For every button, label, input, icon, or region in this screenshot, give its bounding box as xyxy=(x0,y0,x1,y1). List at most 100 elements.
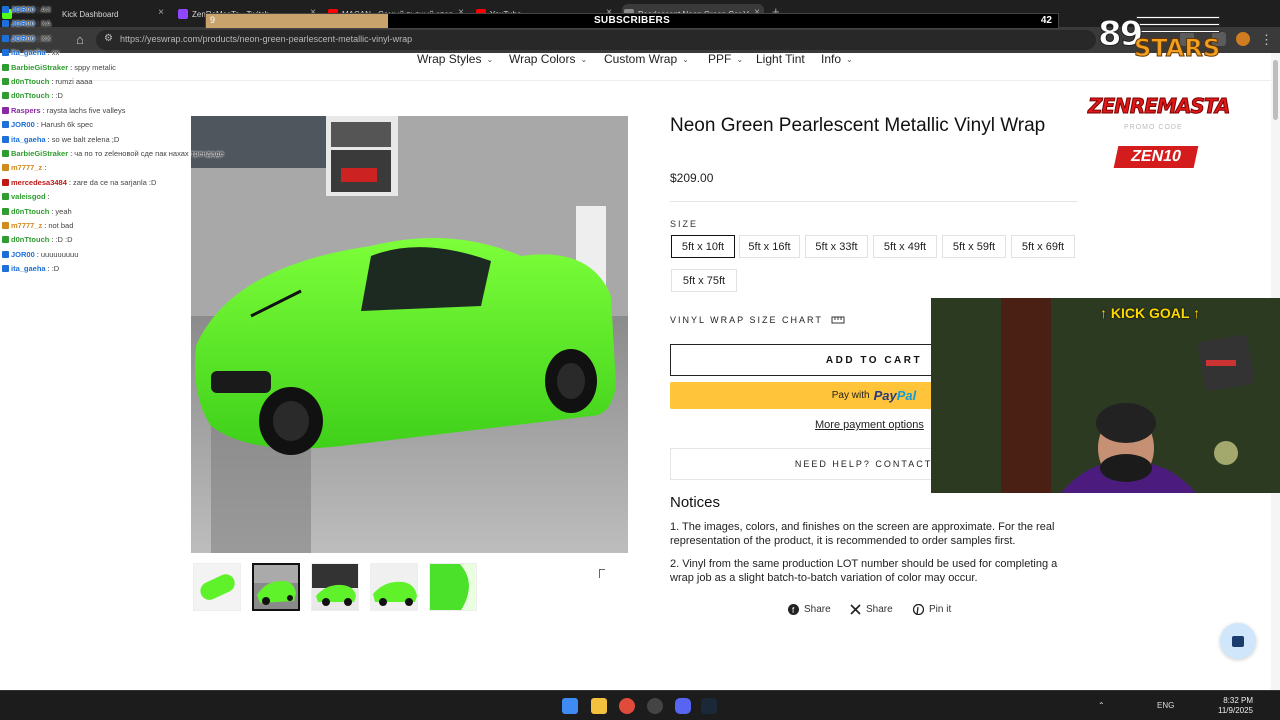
nav-label: Wrap Colors xyxy=(509,52,576,66)
chat-message: d0nTtouch ::D :D xyxy=(2,235,73,244)
chat-username[interactable]: d0nTtouch xyxy=(11,77,49,86)
chat-text: so we balt zelena ;D xyxy=(51,134,120,144)
chat-username[interactable]: d0nTtouch xyxy=(11,235,49,244)
size-option-5x75[interactable]: 5ft x 75ft xyxy=(671,269,737,292)
chat-username[interactable]: JOR00 xyxy=(11,5,35,14)
chat-message: BarbieGiStraker : sppy metalic xyxy=(2,63,116,72)
product-main-image[interactable] xyxy=(191,116,628,553)
chat-text: xx xyxy=(51,48,60,58)
nav-custom-wrap[interactable]: Custom Wrap ⌄ xyxy=(604,52,689,66)
size-option-5x10[interactable]: 5ft x 10ft xyxy=(671,235,735,258)
mouse-cursor xyxy=(599,569,605,578)
size-option-5x16[interactable]: 5ft x 16ft xyxy=(739,235,800,258)
thumbnail-car-side[interactable] xyxy=(311,563,359,611)
chat-username[interactable]: JOR00 xyxy=(11,250,35,259)
chat-text: :D xyxy=(55,91,63,101)
chat-text: :D :D xyxy=(55,235,73,245)
scrollbar-thumb[interactable] xyxy=(1273,60,1278,120)
subscribers-title: SUBSCRIBERS xyxy=(593,15,671,26)
thumbnail-car-front[interactable] xyxy=(252,563,300,611)
chat-username[interactable]: JOR00 xyxy=(11,120,35,129)
thumbnail-car-closeup[interactable] xyxy=(370,563,418,611)
chat-username[interactable]: ita_gaeha xyxy=(11,135,46,144)
share-facebook-button[interactable]: f Share xyxy=(788,604,831,615)
steam-icon[interactable] xyxy=(701,698,717,714)
chat-message: JOR00 : AX xyxy=(2,5,51,14)
chat-text: XX xyxy=(40,33,51,43)
chat-username[interactable]: d0nTtouch xyxy=(11,207,49,216)
chat-message: Raspers : raysta lachs five valleys xyxy=(2,106,125,115)
chat-username[interactable]: m7777_z xyxy=(11,163,42,172)
size-option-5x69[interactable]: 5ft x 69ft xyxy=(1011,235,1075,258)
language-indicator[interactable]: ENG xyxy=(1157,701,1174,710)
chat-widget-button[interactable] xyxy=(1220,623,1256,659)
chat-text: yeah xyxy=(55,206,72,216)
thumbnail-swatch[interactable] xyxy=(429,563,477,611)
pinterest-icon xyxy=(913,604,924,615)
chat-message: JOR00 : Harush 6k spec xyxy=(2,120,93,129)
size-label: SIZE xyxy=(670,219,699,229)
chat-username[interactable]: valeisgod xyxy=(11,192,46,201)
nav-label: Custom Wrap xyxy=(604,52,678,66)
chat-username[interactable]: BarbieGiStraker xyxy=(11,149,68,158)
file-explorer-icon[interactable] xyxy=(591,698,607,714)
nav-label: Wrap Styles xyxy=(417,52,482,66)
nav-light-tint[interactable]: Light Tint xyxy=(756,52,805,66)
chevron-down-icon: ⌄ xyxy=(682,54,689,64)
zen-promo-label: PROMO CODE xyxy=(1124,124,1183,131)
size-chart-link[interactable]: VINYL WRAP SIZE CHART xyxy=(670,314,845,325)
discord-icon[interactable] xyxy=(675,698,691,714)
share-label: Pin it xyxy=(929,604,952,615)
chat-message: JOR00 : XX xyxy=(2,34,51,43)
size-option-5x49[interactable]: 5ft x 49ft xyxy=(873,235,937,258)
chat-separator: : xyxy=(36,19,39,29)
chat-separator: : xyxy=(36,120,39,130)
nav-wrap-colors[interactable]: Wrap Colors ⌄ xyxy=(509,52,587,66)
chat-username[interactable]: d0nTtouch xyxy=(11,91,49,100)
chat-username[interactable]: JOR00 xyxy=(11,34,35,43)
chat-badge-icon xyxy=(2,178,9,186)
windows-start-icon[interactable] xyxy=(562,698,578,714)
chat-separator: : xyxy=(51,77,54,86)
chat-message: m7777_z : xyxy=(2,163,48,172)
chat-message: ita_gaeha : xx xyxy=(2,48,59,57)
more-payment-options-link[interactable]: More payment options xyxy=(815,419,924,431)
pin-it-button[interactable]: Pin it xyxy=(913,604,951,615)
chat-username[interactable]: ita_gaeha xyxy=(11,48,46,57)
nav-wrap-styles[interactable]: Wrap Styles ⌄ xyxy=(417,52,493,66)
chat-username[interactable]: BarbieGiStraker xyxy=(11,63,68,72)
chat-username[interactable]: ita_gaeha xyxy=(11,264,46,273)
chat-badge-icon xyxy=(2,106,9,114)
chat-badge-icon xyxy=(2,6,9,13)
clock[interactable]: 8:32 PM 11/9/2025 xyxy=(1218,696,1253,716)
chat-username[interactable]: mercedesa3484 xyxy=(11,178,67,187)
chat-username[interactable]: m7777_z xyxy=(11,221,42,230)
size-option-5x33[interactable]: 5ft x 33ft xyxy=(805,235,868,258)
chrome-icon[interactable] xyxy=(619,698,635,714)
subscribers-goal: 42 xyxy=(1040,15,1052,26)
share-x-button[interactable]: Share xyxy=(850,604,893,615)
profile-icon[interactable] xyxy=(1236,32,1250,46)
chat-badge-icon xyxy=(2,49,9,57)
chat-badge-icon xyxy=(2,164,9,172)
thumbnail-roll[interactable] xyxy=(193,563,241,611)
size-option-5x59[interactable]: 5ft x 59ft xyxy=(942,235,1006,258)
chat-separator: : xyxy=(36,249,39,259)
chat-username[interactable]: JOR00 xyxy=(11,19,35,28)
chevron-down-icon: ⌄ xyxy=(846,54,853,64)
chat-separator: : xyxy=(47,264,50,274)
facebook-icon: f xyxy=(788,604,799,615)
nav-ppf[interactable]: PPF ⌄ xyxy=(708,52,743,66)
stars-logo: 89 STARS xyxy=(1097,12,1226,64)
tray-chevron-icon[interactable]: ⌃ xyxy=(1098,701,1105,710)
share-label: Share xyxy=(866,604,893,615)
menu-icon[interactable]: ⋮ xyxy=(1260,32,1273,48)
chat-separator: : xyxy=(51,91,54,101)
nav-info[interactable]: Info ⌄ xyxy=(821,52,853,66)
obs-icon[interactable] xyxy=(647,698,663,714)
chat-text: not bad xyxy=(48,221,74,230)
chat-badge-icon xyxy=(2,34,9,42)
chat-username[interactable]: Raspers xyxy=(11,106,41,115)
address-bar[interactable]: ⚙ https://yeswrap.com/products/neon-gree… xyxy=(96,30,1096,50)
chat-text: rumzi aaaa xyxy=(55,77,93,86)
